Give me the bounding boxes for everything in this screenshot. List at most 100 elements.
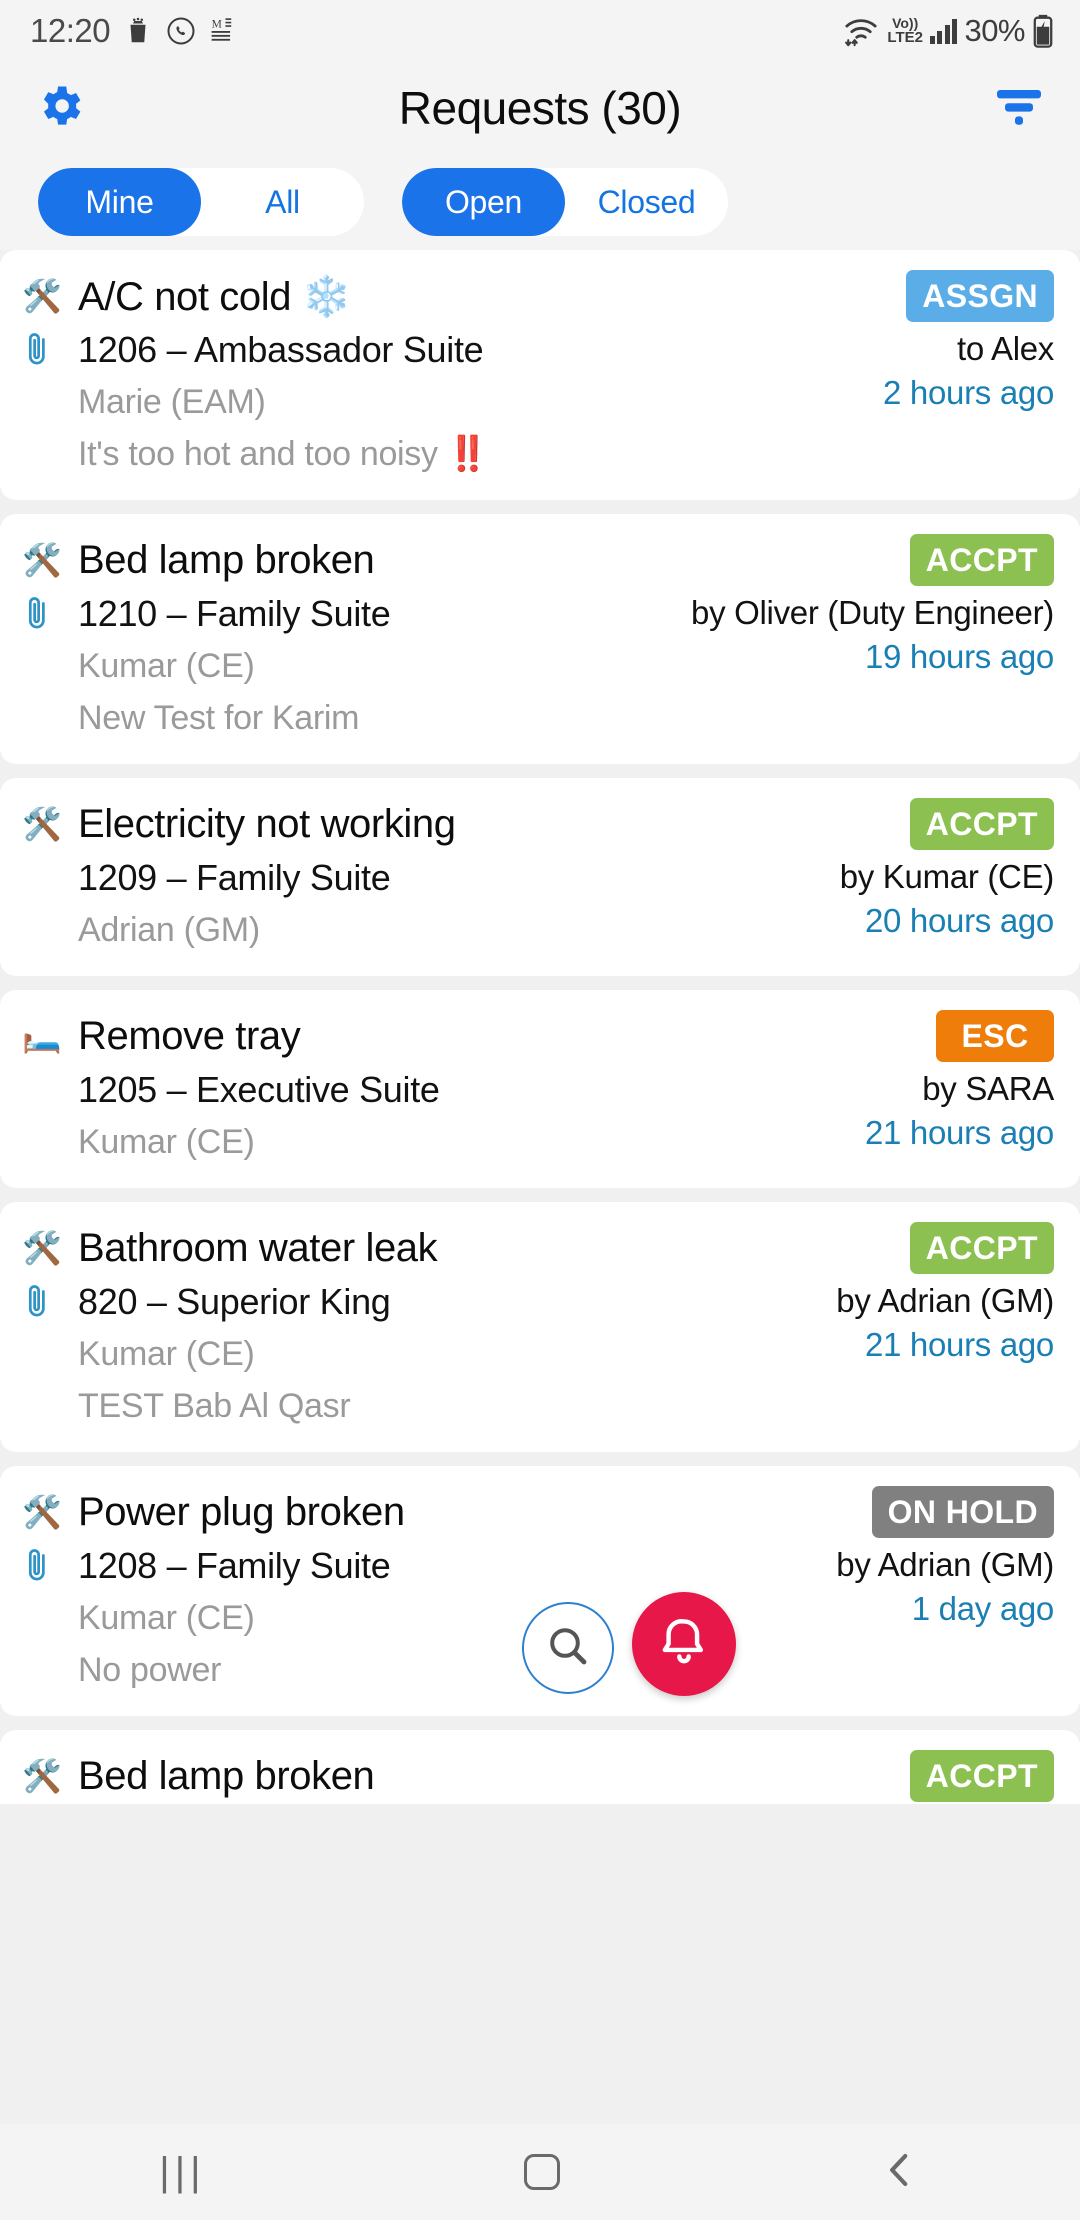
request-requester-row: Marie (EAM) bbox=[22, 376, 814, 428]
tools-emoji-icon: 🛠️ bbox=[22, 1494, 62, 1530]
whatsapp-icon bbox=[166, 16, 196, 46]
request-card-meta: ASSGN to Alex 2 hours ago bbox=[814, 268, 1054, 480]
request-card-meta: ACCPT bbox=[814, 1748, 1054, 1804]
request-card-body: 🛠️ Bathroom water leak 820 – Superior Ki… bbox=[22, 1220, 814, 1432]
volte-icon: Vo)) LTE2 bbox=[887, 16, 923, 45]
paperclip-icon bbox=[22, 594, 78, 634]
state-option-open[interactable]: Open bbox=[402, 168, 565, 236]
paperclip-icon bbox=[22, 1546, 78, 1586]
request-note: No power bbox=[78, 1650, 222, 1689]
request-card[interactable]: 🛠️ Bed lamp broken ACCPT bbox=[0, 1730, 1080, 1804]
status-bar-left: 12:20 M bbox=[30, 12, 235, 50]
tools-emoji-icon: 🛠️ bbox=[22, 1230, 62, 1266]
status-badge: ACCPT bbox=[909, 1750, 1054, 1802]
request-card-meta: ACCPT by Oliver (Duty Engineer) 19 hours… bbox=[691, 532, 1054, 744]
tools-emoji-icon: 🛠️ bbox=[22, 806, 62, 842]
filter-icon[interactable] bbox=[992, 84, 1046, 133]
request-card-body: 🛠️ Bed lamp broken bbox=[22, 1748, 814, 1804]
request-note-row: It's too hot and too noisy ‼️ bbox=[22, 428, 814, 480]
request-title-row: 🛠️ Electricity not working bbox=[22, 796, 814, 852]
request-title-row: 🛠️ A/C not cold ❄️ bbox=[22, 268, 814, 324]
request-room-row: 1205 – Executive Suite bbox=[22, 1064, 814, 1116]
request-title-row: 🛠️ Bed lamp broken bbox=[22, 1748, 814, 1804]
request-title: Bed lamp broken bbox=[78, 1753, 375, 1798]
document-m-icon: M bbox=[209, 16, 235, 46]
request-title: Remove tray bbox=[78, 1013, 301, 1058]
request-card[interactable]: 🛠️ A/C not cold ❄️ 1206 – Ambassador Sui… bbox=[0, 250, 1080, 500]
svg-text:M: M bbox=[212, 19, 222, 31]
scope-segmented-control: Mine All bbox=[38, 168, 364, 236]
request-requester: Adrian (GM) bbox=[78, 910, 260, 949]
status-bar-clock: 12:20 bbox=[30, 12, 111, 49]
request-card[interactable]: 🛠️ Electricity not working 1209 – Family… bbox=[0, 778, 1080, 976]
request-age: 19 hours ago bbox=[864, 638, 1054, 675]
scope-option-mine[interactable]: Mine bbox=[38, 168, 201, 236]
request-room-row: 1209 – Family Suite bbox=[22, 852, 814, 904]
request-requester: Kumar (CE) bbox=[78, 1334, 255, 1373]
state-option-closed[interactable]: Closed bbox=[565, 168, 728, 236]
search-icon bbox=[544, 1622, 592, 1675]
request-room: 1210 – Family Suite bbox=[78, 593, 391, 634]
request-note-row: New Test for Karim bbox=[22, 692, 691, 744]
request-card[interactable]: 🛠️ Bathroom water leak 820 – Superior Ki… bbox=[0, 1202, 1080, 1452]
request-card-body: 🛠️ Bed lamp broken 1210 – Family Suite K… bbox=[22, 532, 691, 744]
request-room-row: 1210 – Family Suite bbox=[22, 588, 691, 640]
request-card[interactable]: 🛠️ Bed lamp broken 1210 – Family Suite K… bbox=[0, 514, 1080, 764]
request-title-row: 🛠️ Bed lamp broken bbox=[22, 532, 691, 588]
request-requester: Kumar (CE) bbox=[78, 1598, 255, 1637]
status-bar: 12:20 M Vo)) LTE2 30% bbox=[0, 0, 1080, 62]
tools-emoji-icon: 🛠️ bbox=[22, 1758, 62, 1794]
tools-emoji-icon: 🛠️ bbox=[22, 278, 62, 314]
paperclip-icon bbox=[22, 1282, 78, 1322]
status-badge: ACCPT bbox=[909, 534, 1054, 586]
request-card-meta: ESC by SARA 21 hours ago bbox=[814, 1008, 1054, 1168]
request-requester-row: Adrian (GM) bbox=[22, 904, 814, 956]
request-card-meta: ACCPT by Kumar (CE) 20 hours ago bbox=[814, 796, 1054, 956]
request-requester-row: Kumar (CE) bbox=[22, 1116, 814, 1168]
request-title: Electricity not working bbox=[78, 801, 456, 846]
request-note-row: TEST Bab Al Qasr bbox=[22, 1380, 814, 1432]
search-fab[interactable] bbox=[522, 1602, 614, 1694]
back-icon[interactable] bbox=[879, 2149, 921, 2196]
request-requester-row: Kumar (CE) bbox=[22, 1328, 814, 1380]
request-actor: to Alex bbox=[957, 330, 1054, 367]
home-icon[interactable] bbox=[524, 2154, 561, 2190]
phone-screen: 12:20 M Vo)) LTE2 30% Requests (30) Mine… bbox=[0, 0, 1080, 2220]
status-badge: ESC bbox=[936, 1010, 1054, 1062]
request-room: 1208 – Family Suite bbox=[78, 1545, 391, 1586]
request-title-row: 🛏️ Remove tray bbox=[22, 1008, 814, 1064]
request-age: 20 hours ago bbox=[864, 902, 1054, 939]
request-age: 1 day ago bbox=[911, 1590, 1055, 1627]
status-badge: ACCPT bbox=[909, 1222, 1054, 1274]
recents-icon[interactable]: ||| bbox=[159, 2150, 205, 2195]
signal-bars-icon bbox=[929, 18, 958, 44]
request-age: 21 hours ago bbox=[864, 1326, 1054, 1363]
state-segmented-control: Open Closed bbox=[402, 168, 728, 236]
bed-emoji-icon: 🛏️ bbox=[22, 1018, 62, 1054]
request-title: Bed lamp broken bbox=[78, 537, 375, 582]
request-actor: by Adrian (GM) bbox=[836, 1546, 1054, 1583]
request-room-row: 820 – Superior King bbox=[22, 1276, 814, 1328]
request-card[interactable]: 🛏️ Remove tray 1205 – Executive Suite Ku… bbox=[0, 990, 1080, 1188]
page-title: Requests (30) bbox=[398, 82, 682, 134]
request-actor: by Oliver (Duty Engineer) bbox=[691, 594, 1054, 631]
request-room: 1209 – Family Suite bbox=[78, 857, 391, 898]
wifi-icon bbox=[842, 14, 880, 48]
android-nav-bar: ||| bbox=[0, 2124, 1080, 2220]
request-card-body: 🛠️ Electricity not working 1209 – Family… bbox=[22, 796, 814, 956]
request-room: 820 – Superior King bbox=[78, 1281, 391, 1322]
request-room: 1206 – Ambassador Suite bbox=[78, 329, 484, 370]
request-title: Bathroom water leak bbox=[78, 1225, 438, 1270]
requests-list[interactable]: 🛠️ A/C not cold ❄️ 1206 – Ambassador Sui… bbox=[0, 250, 1080, 2124]
notifications-fab[interactable] bbox=[632, 1592, 736, 1696]
request-room-row: 1206 – Ambassador Suite bbox=[22, 324, 814, 376]
paperclip-icon bbox=[22, 330, 78, 370]
android-trash-icon bbox=[123, 16, 153, 46]
gear-icon[interactable] bbox=[34, 80, 86, 137]
request-age: 21 hours ago bbox=[864, 1114, 1054, 1151]
request-title: A/C not cold ❄️ bbox=[78, 274, 352, 319]
request-card-body: 🛠️ A/C not cold ❄️ 1206 – Ambassador Sui… bbox=[22, 268, 814, 480]
scope-option-all[interactable]: All bbox=[201, 168, 364, 236]
request-requester: Kumar (CE) bbox=[78, 1122, 255, 1161]
request-requester: Kumar (CE) bbox=[78, 646, 255, 685]
